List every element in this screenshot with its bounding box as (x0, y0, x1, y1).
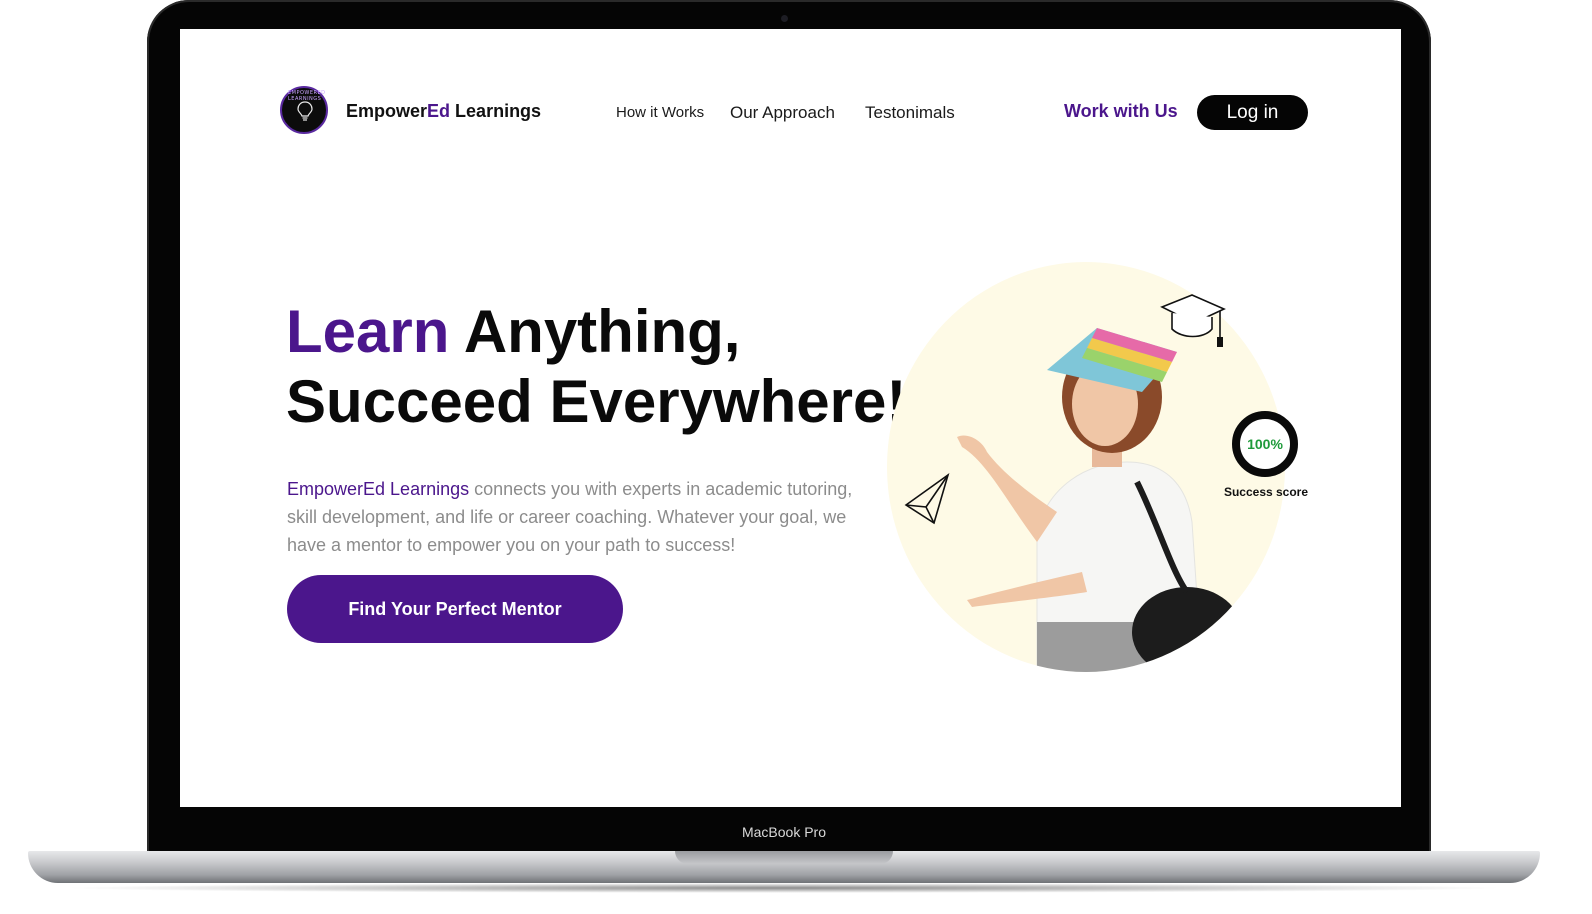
login-button[interactable]: Log in (1197, 95, 1308, 130)
success-score-value: 100% (1247, 436, 1283, 452)
headline-line-2: Succeed Everywhere! (286, 368, 907, 435)
brand-tail: Learnings (450, 101, 542, 121)
hero-headline: Learn Anything, Succeed Everywhere! (286, 297, 906, 437)
paper-plane-icon (904, 473, 950, 525)
headline-line-1: Learn Anything, (286, 297, 906, 367)
hero-description: EmpowerEd Learnings connects you with ex… (287, 475, 887, 559)
nav-link-our-approach[interactable]: Our Approach (730, 103, 835, 123)
logo[interactable]: EMPOWERED LEARNINGS (280, 86, 328, 134)
headline-accent: Learn (286, 298, 450, 365)
brand-accent: Ed (427, 101, 451, 121)
brand-main: Empower (346, 101, 428, 121)
success-score-label: Success score (1223, 485, 1309, 499)
model-label: MacBook Pro (741, 824, 827, 840)
headline-rest: Anything, (449, 298, 741, 365)
work-with-us-link[interactable]: Work with Us (1064, 101, 1178, 122)
camera-icon (781, 15, 788, 22)
find-mentor-button[interactable]: Find Your Perfect Mentor (287, 575, 623, 643)
success-score-ring: 100% (1232, 411, 1298, 477)
laptop-shadow (60, 883, 1508, 893)
laptop-base-notch (675, 851, 893, 864)
lead-brand: EmpowerEd Learnings (287, 479, 470, 499)
logo-bulb-icon (297, 101, 313, 121)
graduation-cap-icon (1160, 294, 1226, 347)
brand-name[interactable]: EmpowerEd Learnings (346, 101, 541, 122)
browser-screen: EMPOWERED LEARNINGS EmpowerEd Learnings … (180, 29, 1401, 807)
nav-link-how-it-works[interactable]: How it Works (616, 104, 704, 121)
nav-link-testimonials[interactable]: Testonimals (865, 103, 955, 123)
